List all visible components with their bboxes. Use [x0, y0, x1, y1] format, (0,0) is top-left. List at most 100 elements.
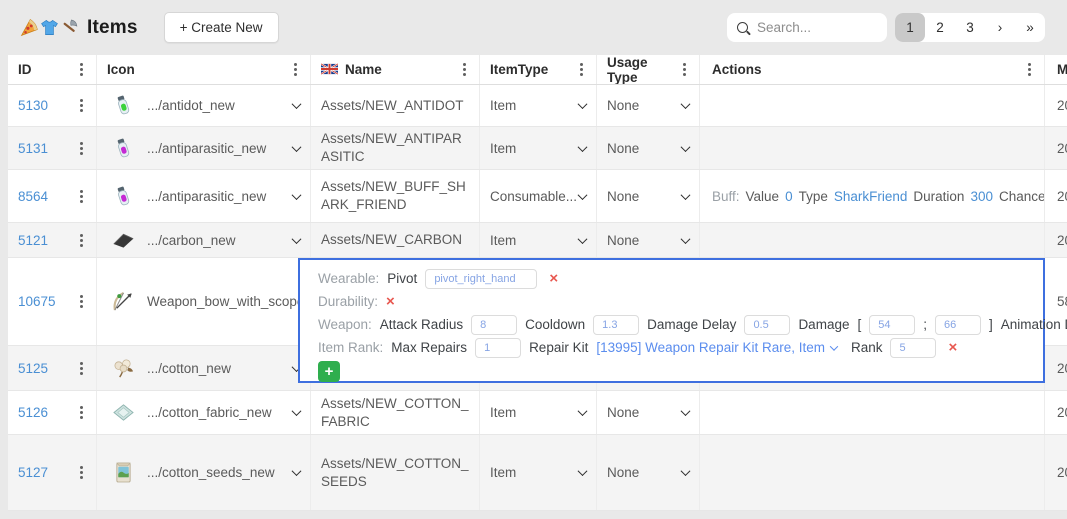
repair-kit-link[interactable]: [13995] Weapon Repair Kit Rare, Item [596, 340, 837, 355]
action-field-value[interactable]: 300 [970, 189, 993, 204]
search-input[interactable] [757, 20, 867, 35]
vial-green-icon [111, 94, 135, 117]
topbar: Items + Create New 1 2 3 › » [0, 0, 1067, 55]
item-id-link[interactable]: 5131 [18, 141, 48, 156]
kebab-menu-icon[interactable] [463, 68, 466, 71]
header-id-label: ID [18, 62, 32, 77]
itemtype-select[interactable]: Item [480, 85, 597, 126]
item-id-link[interactable]: 5125 [18, 361, 48, 376]
itemtype-select[interactable]: Item [480, 391, 597, 434]
header-max: Ma [1045, 55, 1067, 84]
damage-separator: ; [923, 317, 927, 332]
item-editor-panel: Wearable: Pivot × Durability: × Weapon: … [298, 258, 1045, 383]
remove-durability-icon[interactable]: × [386, 294, 395, 309]
icon-path-label: .../cotton_new [147, 361, 293, 376]
remove-wearable-icon[interactable]: × [549, 271, 558, 286]
header-icon: Icon [97, 55, 311, 84]
header-itemtype: ItemType [480, 55, 597, 84]
actions-cell [700, 391, 1045, 434]
attack-radius-label: Attack Radius [380, 317, 463, 332]
icon-path-label: .../antiparasitic_new [147, 189, 293, 204]
usagetype-select[interactable]: None [597, 127, 700, 169]
name-cell: Assets/NEW_COTTON_SEEDS [311, 435, 480, 510]
item-id-link[interactable]: 5127 [18, 465, 48, 480]
itemtype-select[interactable]: Item [480, 223, 597, 257]
damage-min-input[interactable] [869, 315, 915, 335]
kebab-menu-icon[interactable] [80, 239, 83, 242]
max-cell: 20 [1045, 85, 1067, 126]
max-cell: 20 [1045, 223, 1067, 257]
chevron-down-icon[interactable] [292, 406, 302, 416]
max-repairs-input[interactable] [475, 338, 521, 358]
kebab-menu-icon[interactable] [294, 68, 297, 71]
chevron-down-icon[interactable] [292, 190, 302, 200]
cooldown-label: Cooldown [525, 317, 585, 332]
header-icon-label: Icon [107, 62, 135, 77]
title-icons [20, 18, 79, 37]
item-id-link[interactable]: 5130 [18, 98, 48, 113]
icon-path-label: .../antidot_new [147, 98, 293, 113]
create-new-button[interactable]: + Create New [164, 12, 279, 43]
chevron-down-icon[interactable] [292, 466, 302, 476]
pivot-input[interactable] [425, 269, 537, 289]
kebab-menu-icon[interactable] [80, 471, 83, 474]
kebab-menu-icon[interactable] [80, 367, 83, 370]
page-next-button[interactable]: › [985, 13, 1015, 42]
page-button-3[interactable]: 3 [955, 13, 985, 42]
action-field-label: Duration [913, 189, 964, 204]
item-id-link[interactable]: 10675 [18, 294, 56, 309]
chevron-down-icon[interactable] [292, 99, 302, 109]
kebab-menu-icon[interactable] [683, 68, 686, 71]
header-usagetype-label: Usage Type [607, 55, 680, 84]
max-repairs-label: Max Repairs [391, 340, 467, 355]
attack-radius-input[interactable] [471, 315, 517, 335]
search-box[interactable] [727, 13, 887, 42]
item-id-link[interactable]: 5121 [18, 233, 48, 248]
chevron-down-icon[interactable] [292, 234, 302, 244]
chevron-down-icon [681, 190, 691, 200]
kebab-menu-icon[interactable] [80, 147, 83, 150]
pagination: 1 2 3 › » [895, 13, 1045, 42]
add-property-button[interactable]: + [318, 361, 340, 382]
itemtype-select[interactable]: Item [480, 435, 597, 510]
uk-flag-icon [321, 63, 338, 75]
usagetype-select[interactable]: None [597, 85, 700, 126]
header-name-label: Name [345, 61, 382, 79]
usagetype-select[interactable]: None [597, 170, 700, 222]
action-field-value[interactable]: SharkFriend [834, 189, 908, 204]
usagetype-select[interactable]: None [597, 391, 700, 434]
action-field-value[interactable]: 0 [785, 189, 793, 204]
kebab-menu-icon[interactable] [80, 300, 83, 303]
chevron-down-icon[interactable] [292, 142, 302, 152]
chevron-down-icon [578, 142, 588, 152]
kebab-menu-icon[interactable] [80, 195, 83, 198]
item-id-link[interactable]: 8564 [18, 189, 48, 204]
chevron-down-icon [578, 190, 588, 200]
page-button-2[interactable]: 2 [925, 13, 955, 42]
chevron-down-icon [681, 99, 691, 109]
page-last-button[interactable]: » [1015, 13, 1045, 42]
itemtype-select[interactable]: Item [480, 127, 597, 169]
rank-input[interactable] [890, 338, 936, 358]
cooldown-input[interactable] [593, 315, 639, 335]
table-row: 5121 .../carbon_new Assets/NEW_CARBON It… [8, 223, 1067, 258]
damage-delay-label: Damage Delay [647, 317, 736, 332]
remove-item-rank-icon[interactable]: × [948, 340, 957, 355]
table-row: 5131 .../antiparasitic_new Assets/NEW_AN… [8, 127, 1067, 170]
header-usagetype: Usage Type [597, 55, 700, 84]
page-button-1[interactable]: 1 [895, 13, 925, 42]
kebab-menu-icon[interactable] [80, 104, 83, 107]
kebab-menu-icon[interactable] [80, 68, 83, 71]
usagetype-select[interactable]: None [597, 435, 700, 510]
damage-label: Damage [798, 317, 849, 332]
damage-max-input[interactable] [935, 315, 981, 335]
kebab-menu-icon[interactable] [580, 68, 583, 71]
kebab-menu-icon[interactable] [80, 411, 83, 414]
action-field-label: Chance [999, 189, 1045, 204]
pizza-icon [20, 18, 39, 37]
usagetype-select[interactable]: None [597, 223, 700, 257]
itemtype-select[interactable]: Consumable... [480, 170, 597, 222]
damage-delay-input[interactable] [744, 315, 790, 335]
kebab-menu-icon[interactable] [1028, 68, 1031, 71]
item-id-link[interactable]: 5126 [18, 405, 48, 420]
